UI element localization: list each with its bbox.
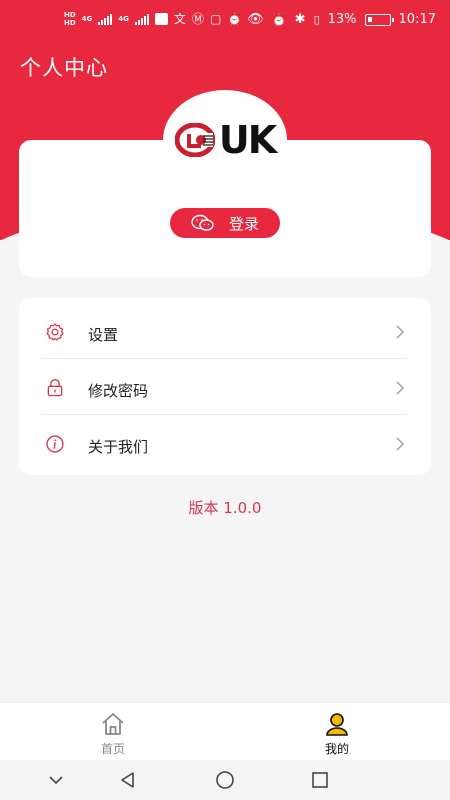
- tab-bar: 首页 我的: [0, 702, 450, 760]
- app-notification-icon: [154, 12, 168, 25]
- menu-item-about-us[interactable]: 关于我们: [19, 414, 431, 470]
- logo-emblem-icon: [174, 123, 215, 157]
- chevron-right-icon: [396, 325, 404, 339]
- tab-mine[interactable]: 我的: [307, 711, 367, 757]
- status-bar-right: 👁 ⏰ ✱ ▯ 13% 10:17: [247, 12, 436, 27]
- battery-percent: 13%: [327, 12, 357, 27]
- page-title: 个人中心: [20, 56, 108, 80]
- bluetooth-icon: ✱: [294, 12, 306, 27]
- network-indicators: HD HD: [64, 11, 76, 27]
- system-nav-bar: [0, 760, 450, 800]
- menu-card: 设置 修改密码 关于我们: [19, 298, 431, 475]
- home-nav-icon[interactable]: [215, 770, 235, 790]
- login-label: 登录: [228, 215, 259, 233]
- user-icon: [326, 713, 348, 736]
- clock: 10:17: [398, 12, 436, 27]
- network-type-1: 4G: [81, 14, 93, 23]
- menu-item-label: 设置: [88, 326, 119, 344]
- alarm-icon: ⏰: [227, 11, 243, 26]
- chevron-right-icon: [396, 381, 404, 395]
- network-type-2: 4G: [118, 14, 129, 23]
- home-icon: [102, 713, 124, 735]
- logo-text: UK: [218, 118, 277, 162]
- battery-icon: [364, 13, 394, 26]
- status-bar-left: HD HD 4G 4G 文 Ⓜ ▢ ⏰: [64, 10, 242, 27]
- avatar[interactable]: UK: [165, 92, 285, 188]
- network-label-2: HD: [64, 18, 76, 27]
- signal-icon: [134, 13, 149, 25]
- map-icon: Ⓜ: [191, 12, 204, 26]
- menu-item-change-password[interactable]: 修改密码: [19, 358, 431, 414]
- menu-item-label: 关于我们: [88, 438, 149, 456]
- chevron-right-icon: [396, 437, 404, 451]
- signal-icon: [98, 13, 113, 25]
- lock-icon: [47, 379, 63, 397]
- message-icon: ▢: [209, 11, 222, 26]
- vibrate-icon: ▯: [313, 13, 320, 26]
- version-label: 版本 1.0.0: [188, 499, 262, 517]
- eye-icon: 👁: [247, 12, 264, 27]
- recents-icon[interactable]: [310, 770, 330, 790]
- back-icon[interactable]: [118, 770, 138, 790]
- chevron-down-icon[interactable]: [46, 770, 66, 790]
- translate-icon: 文: [173, 12, 186, 26]
- tab-label: 我的: [324, 742, 349, 756]
- alarm-icon: ⏰: [271, 12, 287, 27]
- tab-label: 首页: [100, 742, 125, 756]
- menu-item-settings[interactable]: 设置: [19, 302, 431, 358]
- network-label-1: HD: [64, 10, 76, 19]
- wechat-icon: [191, 214, 214, 231]
- gear-icon: [46, 323, 64, 341]
- tab-home[interactable]: 首页: [83, 711, 143, 757]
- status-bar: HD HD 4G 4G 文 Ⓜ ▢ ⏰ 👁 ⏰ ✱ ▯ 13% 10:17: [0, 0, 450, 40]
- info-icon: [46, 435, 64, 453]
- login-button[interactable]: 登录: [170, 208, 280, 238]
- menu-item-label: 修改密码: [88, 382, 149, 400]
